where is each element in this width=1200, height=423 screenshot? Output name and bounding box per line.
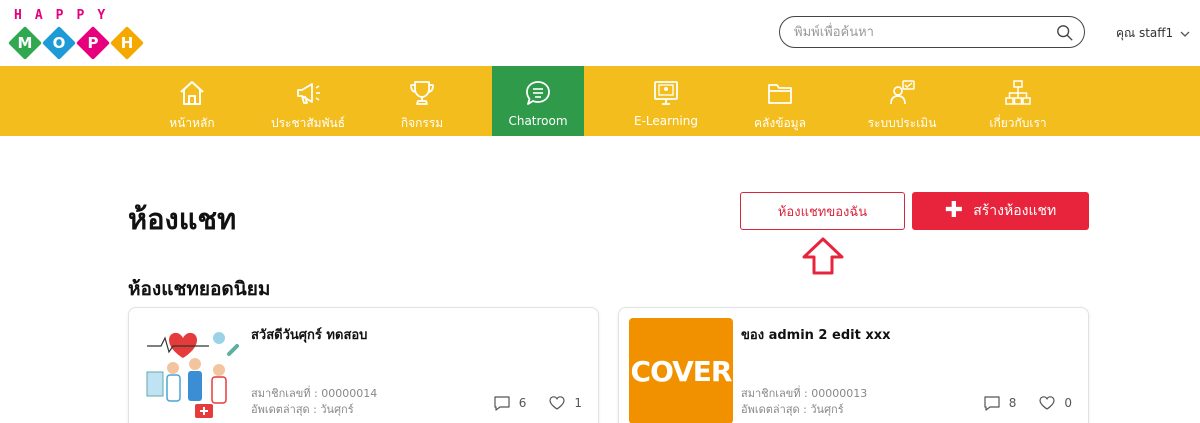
nav-item-home[interactable]: หน้าหลัก — [146, 66, 238, 136]
org-chart-icon — [1005, 80, 1031, 105]
up-arrow-annotation-icon — [802, 237, 844, 275]
logo-letter: P — [76, 8, 85, 23]
logo-letter: P — [55, 8, 64, 23]
trophy-icon — [410, 81, 434, 105]
like-count: 1 — [574, 396, 582, 410]
comment-icon[interactable] — [493, 394, 511, 412]
evaluation-icon — [890, 80, 915, 105]
main-nav: หน้าหลัก ประชาสัมพันธ์ กิจกรรม Chatroom … — [0, 66, 1200, 136]
page-title: ห้องแชท — [128, 202, 237, 236]
member-number: สมาชิกเลขที่ : 00000014 — [251, 387, 378, 400]
nav-label: Chatroom — [508, 114, 568, 128]
chatroom-stats: 6 1 — [493, 394, 582, 412]
search-box — [779, 16, 1085, 48]
create-chatroom-label: สร้างห้องแชท — [973, 203, 1057, 219]
last-updated: อัพเดตล่าสุด : วันศุกร์ — [251, 403, 354, 416]
nav-label: คลังข้อมูล — [754, 116, 806, 130]
member-number: สมาชิกเลขที่ : 00000013 — [741, 387, 868, 400]
nav-item-elearning[interactable]: E-Learning — [620, 66, 712, 136]
comment-count: 8 — [1008, 396, 1017, 410]
logo-letter: A — [34, 8, 43, 23]
logo-diamonds: M O P H — [8, 26, 148, 60]
search-icon[interactable] — [1056, 24, 1074, 42]
nav-label: E-Learning — [633, 114, 698, 128]
chatroom-stats: 8 0 — [983, 394, 1072, 412]
nav-label: ประชาสัมพันธ์ — [270, 116, 346, 130]
chatroom-card[interactable]: COVER ของ admin 2 edit xxx สมาชิกเลขที่ … — [618, 307, 1089, 423]
nav-item-news[interactable]: ประชาสัมพันธ์ — [262, 66, 354, 136]
chat-icon — [526, 81, 550, 105]
user-name: คุณ staff1 — [1116, 26, 1174, 40]
nav-item-evaluation[interactable]: ระบบประเมิน — [856, 66, 948, 136]
chatroom-title[interactable]: ของ admin 2 edit xxx — [741, 324, 890, 345]
comment-count: 6 — [518, 396, 527, 410]
nav-item-about[interactable]: เกี่ยวกับเรา — [972, 66, 1064, 136]
my-chatrooms-button[interactable]: ห้องแชทของฉัน — [740, 192, 905, 230]
search-input[interactable] — [794, 22, 1044, 42]
monitor-icon — [654, 81, 678, 105]
chatroom-title[interactable]: สวัสดีวันศุกร์ ทดสอบ — [251, 324, 367, 345]
create-chatroom-button[interactable]: ✚ สร้างห้องแชท — [912, 192, 1089, 230]
logo-top-letters: H A P P Y — [14, 8, 105, 23]
heart-icon[interactable] — [1038, 394, 1056, 412]
plus-icon: ✚ — [944, 198, 964, 223]
logo-diamond-letter: P — [87, 34, 99, 52]
logo-diamond-letter: O — [52, 34, 66, 52]
logo-diamond-letter: H — [120, 34, 134, 52]
logo-diamond-letter: M — [17, 34, 33, 52]
cover-text: COVER — [630, 354, 733, 388]
megaphone-icon — [297, 83, 320, 104]
last-updated: อัพเดตล่าสุด : วันศุกร์ — [741, 403, 844, 416]
like-count: 0 — [1064, 396, 1072, 410]
chatroom-thumbnail-medical — [139, 318, 243, 423]
nav-label: เกี่ยวกับเรา — [989, 116, 1047, 130]
nav-item-repository[interactable]: คลังข้อมูล — [734, 66, 826, 136]
chatroom-thumbnail-cover: COVER — [629, 318, 733, 423]
user-menu[interactable]: คุณ staff1 — [1116, 24, 1191, 43]
nav-item-chatroom[interactable]: Chatroom — [492, 66, 584, 136]
nav-label: หน้าหลัก — [169, 116, 215, 130]
header: H A P P Y M O P H คุณ staff1 — [0, 0, 1200, 64]
heart-icon[interactable] — [548, 394, 566, 412]
chatroom-meta: สมาชิกเลขที่ : 00000014 อัพเดตล่าสุด : ว… — [251, 386, 377, 418]
chatroom-meta: สมาชิกเลขที่ : 00000013 อัพเดตล่าสุด : ว… — [741, 386, 867, 418]
nav-item-activities[interactable]: กิจกรรม — [376, 66, 468, 136]
nav-label: กิจกรรม — [400, 116, 444, 130]
popular-chatrooms-title: ห้องแชทยอดนิยม — [128, 278, 271, 300]
chatroom-card[interactable]: สวัสดีวันศุกร์ ทดสอบ สมาชิกเลขที่ : 0000… — [128, 307, 599, 423]
chevron-down-icon — [1180, 31, 1190, 37]
happy-moph-logo[interactable]: H A P P Y M O P H — [8, 8, 148, 60]
comment-icon[interactable] — [983, 394, 1001, 412]
medical-team-illustration — [139, 318, 243, 423]
logo-letter: H — [14, 8, 22, 23]
nav-label: ระบบประเมิน — [867, 116, 937, 130]
folder-icon — [768, 84, 792, 104]
home-icon — [180, 81, 204, 105]
logo-letter: Y — [97, 8, 106, 23]
